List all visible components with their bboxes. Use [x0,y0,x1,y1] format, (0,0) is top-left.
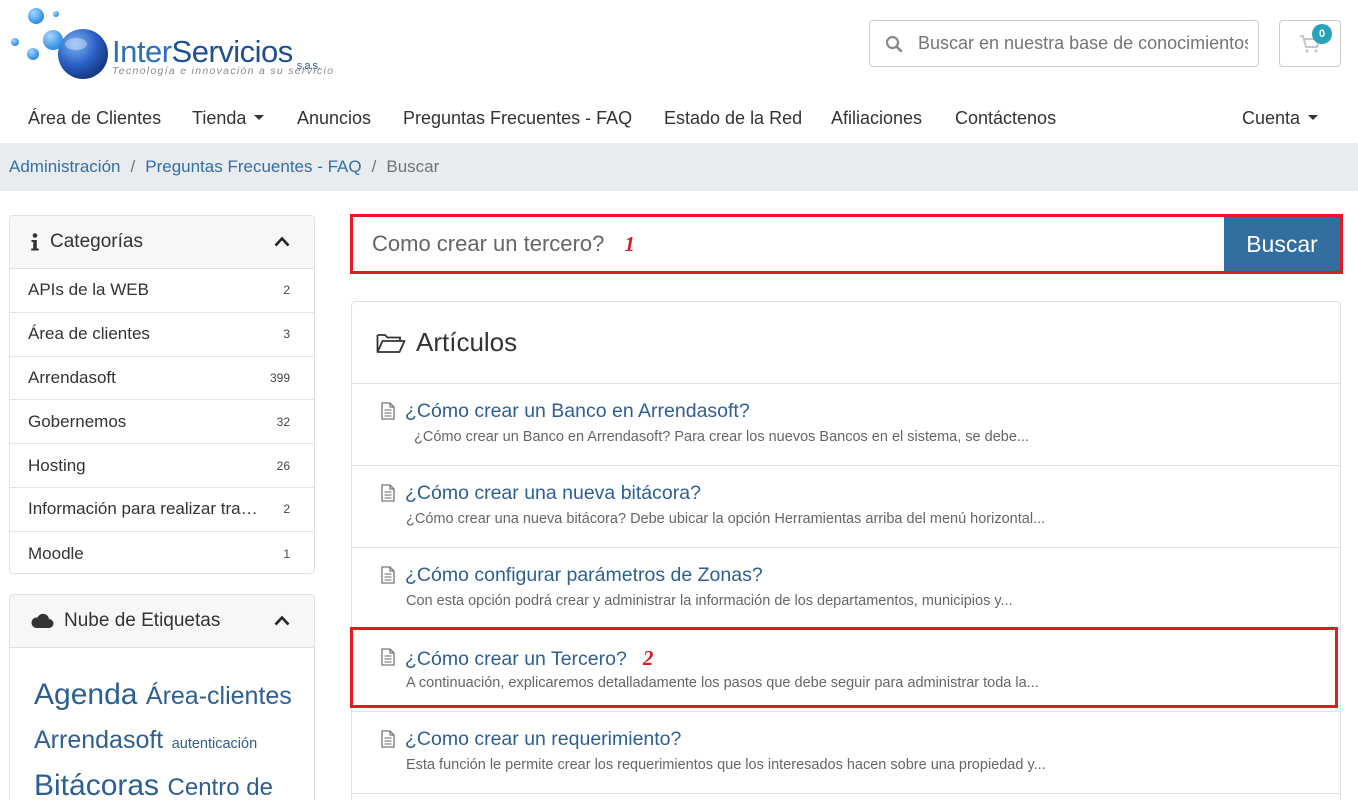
annotation-marker-2: 2 [642,646,654,670]
nav-item-client-area[interactable]: Área de Clientes [28,108,161,129]
category-count: 3 [283,327,290,342]
articles-header: Artículos [352,302,1340,384]
nav-item-faq[interactable]: Preguntas Frecuentes - FAQ [403,108,632,129]
tag-cloud-panel: Nube de Etiquetas Agenda Área-clientes A… [9,594,315,800]
tag-link[interactable]: Centro de [168,774,273,800]
breadcrumb: Administración / Preguntas Frecuentes - … [0,143,1358,191]
category-count: 32 [276,414,290,429]
article-item[interactable]: ¿Cómo crear un Tercero? 2 A continuación,… [352,630,1340,712]
article-snippet: A continuación, explicaremos detalladame… [406,675,1039,691]
categories-panel: Categorías APIs de la WEB 2 Área de clien… [9,215,315,574]
articles-panel: Artículos ¿Cómo crear un Banco en Arrend… [351,301,1341,800]
article-item[interactable]: ¿Cómo crear una nueva bitácora? ¿Cómo cr… [352,466,1340,548]
article-snippet: Esta función le permite crear los requer… [406,757,1046,773]
nav-item-affiliates[interactable]: Afiliaciones [831,108,922,129]
article-title[interactable]: ¿Como crear un requerimiento? [405,728,681,751]
cart-button[interactable]: 0 [1279,20,1341,67]
category-count: 2 [283,283,290,298]
tag-link[interactable]: Área-clientes [146,682,292,710]
articles-title: Artículos [416,327,518,357]
categories-title: Categorías [50,231,143,252]
folder-open-icon [376,332,406,354]
article-item[interactable]: ¿Como crear un requerimiento? Esta funci… [352,712,1340,794]
category-count: 399 [269,370,290,385]
cart-count-badge: 0 [1312,24,1332,44]
caret-down-icon [254,114,265,120]
document-icon [381,402,395,420]
category-count: 1 [283,546,290,561]
nav-item-store[interactable]: Tienda [192,108,265,129]
category-item[interactable]: Área de clientes 3 [10,313,314,357]
article-title[interactable]: ¿Cómo configurar parámetros de Zonas? [405,564,763,587]
knowledgebase-search[interactable] [869,20,1259,67]
category-item[interactable]: APIs de la WEB 2 [10,269,314,313]
breadcrumb-faq[interactable]: Preguntas Frecuentes - FAQ [145,157,361,177]
document-icon [381,484,395,502]
main-nav: Área de Clientes Tienda Anuncios Pregunt… [0,96,1358,143]
tag-link[interactable]: Arrendasoft [34,726,163,754]
category-item[interactable]: Moodle 1 [10,532,314,573]
tag-link[interactable]: Agenda [34,678,137,711]
logo-name: InterServicios s.a.s. [112,34,321,73]
article-item[interactable]: ¿Cómo configurar parámetros de Zonas? Co… [352,548,1340,630]
category-item[interactable]: Gobernemos 32 [10,400,314,445]
faq-search-query: Como crear un tercero? [372,231,605,256]
categories-header[interactable]: Categorías [10,216,314,269]
nav-item-announcements[interactable]: Anuncios [297,108,371,129]
site-header: InterServicios s.a.s. Tecnología e innova… [0,0,1358,96]
search-icon [870,35,918,53]
site-logo[interactable]: InterServicios s.a.s. Tecnología e innova… [8,6,353,86]
tag-cloud-header[interactable]: Nube de Etiquetas [10,595,314,648]
cloud-icon [31,613,54,628]
search-button[interactable]: Buscar [1224,217,1340,271]
knowledgebase-search-input[interactable] [918,33,1248,54]
document-icon [381,730,395,748]
nav-item-network-status[interactable]: Estado de la Red [664,108,802,129]
document-icon [381,566,395,584]
caret-down-icon [1308,114,1319,120]
chevron-up-icon[interactable] [274,615,290,626]
annotation-marker-1: 1 [624,231,635,256]
chevron-up-icon[interactable] [274,236,290,247]
info-icon [31,233,39,251]
category-count: 26 [276,458,290,473]
nav-item-contact[interactable]: Contáctenos [955,108,1056,129]
logo-bubbles-icon [11,8,108,79]
tag-link[interactable]: autenticación [172,736,257,752]
tag-cloud-title: Nube de Etiquetas [64,610,221,631]
tag-cloud: Agenda Área-clientes Arrendasoft autenti… [10,648,314,800]
article-title[interactable]: ¿Cómo crear un Banco en Arrendasoft? [405,400,750,423]
category-item[interactable]: Hosting 26 [10,444,314,488]
nav-item-account[interactable]: Cuenta [1242,108,1319,129]
article-title[interactable]: ¿Cómo crear una nueva bitácora? [405,482,701,505]
article-item[interactable]: ¿Cómo crear un Banco en Arrendasoft? ¿Có… [352,384,1340,466]
breadcrumb-current: Buscar [386,157,440,176]
faq-search-input[interactable]: Como crear un tercero? 1 [353,217,1224,271]
category-item[interactable]: Información para realizar transferencias… [10,488,314,532]
article-snippet: Con esta opción podrá crear y administra… [406,593,1013,609]
category-count: 2 [283,502,290,517]
breadcrumb-admin[interactable]: Administración [9,157,121,177]
faq-search-form: Como crear un tercero? 1 Buscar [350,214,1343,274]
article-snippet: ¿Cómo crear una nueva bitácora? Debe ubi… [406,511,1046,527]
document-icon [381,648,395,666]
category-item[interactable]: Arrendasoft 399 [10,357,314,401]
article-snippet: ¿Cómo crear un Banco en Arrendasoft? Par… [414,429,1029,445]
article-title[interactable]: ¿Cómo crear un Tercero? 2 [405,646,653,671]
tag-link[interactable]: Bitácoras [34,769,159,800]
